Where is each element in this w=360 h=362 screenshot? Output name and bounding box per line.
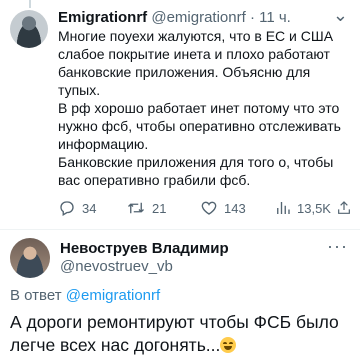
reply-button[interactable]: 34 [58, 199, 96, 217]
reply-icon [60, 201, 74, 216]
like-count: 143 [224, 200, 246, 216]
reply-text: А дороги ремонтируют чтобы ФСБ было легч… [10, 311, 355, 357]
reply-mention-link[interactable]: @emigrationrf [66, 287, 160, 304]
reply-text-content: А дороги ремонтируют чтобы ФСБ было легч… [10, 312, 339, 355]
retweet-icon [128, 202, 144, 214]
chevron-down-icon[interactable]: ⌄ [333, 6, 348, 24]
tweet-text: Многие поуехи жалуются, что в ЕС и США с… [58, 27, 353, 189]
divider [0, 229, 360, 230]
reply-author-name[interactable]: Невоструев Владимир [60, 240, 229, 258]
tweet-paragraph: Многие поуехи жалуются, что в ЕС и США с… [58, 28, 334, 98]
retweet-button[interactable]: 21 [126, 199, 166, 217]
tweet-actions: 34 21 143 13,5K [58, 199, 350, 219]
reply-context: В ответ @emigrationrf [10, 287, 160, 305]
tweet-time[interactable]: · 11 ч. [250, 9, 291, 26]
author-handle[interactable]: @emigrationrf [151, 9, 245, 26]
thread-connector-line [29, 0, 31, 8]
like-button[interactable]: 143 [200, 199, 246, 217]
reply-prefix: В ответ [10, 287, 62, 304]
tweet-header: Emigrationrf @emigrationrf · 11 ч. [58, 9, 291, 27]
retweet-count: 21 [152, 200, 167, 216]
share-button[interactable] [336, 199, 352, 217]
share-icon [338, 201, 350, 214]
more-icon[interactable]: ··· [327, 236, 348, 257]
author-name[interactable]: Emigrationrf [58, 9, 147, 26]
views-icon [277, 202, 290, 214]
tweet-paragraph: Банковские приложения для того о, чтобы … [58, 154, 334, 188]
reply-count: 34 [82, 200, 97, 216]
heart-icon [201, 201, 217, 215]
avatar[interactable] [10, 238, 50, 278]
tweet-paragraph: В рф хорошо работает инет потому что это… [58, 100, 341, 152]
avatar[interactable] [10, 10, 48, 48]
view-count: 13,5K [297, 200, 331, 216]
laughing-emoji-icon [220, 337, 237, 353]
reply-author-handle[interactable]: @nevostruev_vb [60, 258, 173, 276]
views-button[interactable]: 13,5K [275, 199, 331, 217]
